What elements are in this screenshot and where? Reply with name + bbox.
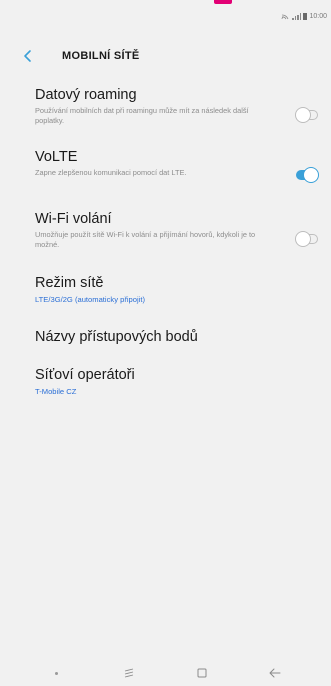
home-icon — [197, 668, 207, 678]
setting-title: Režim sítě — [35, 275, 104, 291]
setting-title: Názvy přístupových bodů — [35, 329, 198, 345]
cast-icon — [282, 14, 289, 20]
setting-title: Wi-Fi volání — [35, 211, 112, 227]
status-bar: 10:00 — [0, 0, 331, 30]
setting-apn[interactable]: Názvy přístupových bodů — [0, 316, 331, 360]
battery-icon — [303, 13, 308, 20]
setting-description: Zapne zlepšenou komunikaci pomocí dat LT… — [35, 168, 187, 177]
page-title: MOBILNÍ SÍTĚ — [62, 50, 140, 62]
setting-volte[interactable]: VoLTE Zapne zlepšenou komunikaci pomocí … — [0, 148, 331, 210]
setting-value: T-Mobile CZ — [35, 387, 77, 396]
setting-value: LTE/3G/2G (automaticky připojit) — [35, 295, 146, 304]
toggle-knob — [295, 107, 311, 123]
setting-description: Umožňuje použít sítě Wi-Fi k volání a př… — [35, 230, 256, 249]
navigation-bar — [0, 660, 331, 686]
setting-description: Používání mobilních dat při roamingu můž… — [35, 106, 249, 125]
status-icons: 10:00 — [281, 13, 327, 20]
setting-network-mode[interactable]: Režim sítě LTE/3G/2G (automaticky připoj… — [0, 274, 331, 316]
setting-title: VoLTE — [35, 149, 78, 165]
setting-data-roaming[interactable]: Datový roaming Používání mobilních dat p… — [0, 86, 331, 148]
brand-accent-mark — [214, 0, 232, 4]
setting-title: Datový roaming — [35, 87, 137, 103]
setting-network-operators[interactable]: Síťoví operátoři T-Mobile CZ — [0, 360, 331, 402]
data-roaming-toggle[interactable] — [295, 107, 319, 123]
home-button[interactable] — [190, 663, 214, 683]
recent-apps-button[interactable] — [117, 663, 141, 683]
recent-apps-icon — [125, 668, 134, 678]
nav-back-button[interactable] — [263, 663, 287, 683]
dot-icon — [54, 671, 58, 675]
status-time: 10:00 — [309, 13, 327, 20]
app-bar: MOBILNÍ SÍTĚ — [0, 38, 331, 74]
settings-list: Datový roaming Používání mobilních dat p… — [0, 86, 331, 402]
back-arrow-icon — [269, 668, 281, 678]
wifi-calling-toggle[interactable] — [295, 231, 319, 247]
chevron-left-icon — [24, 50, 31, 62]
nav-dot-button[interactable] — [44, 663, 68, 683]
volte-toggle[interactable] — [295, 167, 319, 183]
setting-wifi-calling[interactable]: Wi-Fi volání Umožňuje použít sítě Wi-Fi … — [0, 210, 331, 274]
back-button[interactable] — [22, 38, 58, 74]
toggle-knob — [303, 167, 319, 183]
signal-icon — [292, 13, 302, 20]
toggle-knob — [295, 231, 311, 247]
setting-title: Síťoví operátoři — [35, 367, 135, 383]
